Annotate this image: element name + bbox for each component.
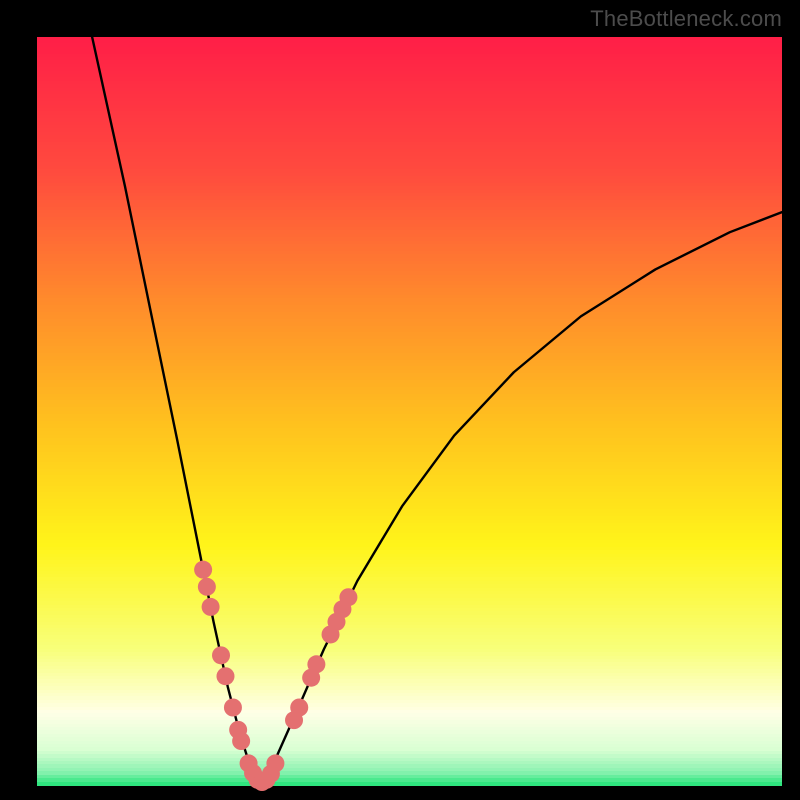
curve-left_branch xyxy=(92,37,260,782)
curve-right_branch xyxy=(261,212,783,782)
marker-dots xyxy=(194,561,357,791)
marker-dot xyxy=(216,667,234,685)
marker-dot xyxy=(307,655,325,673)
marker-dot xyxy=(266,754,284,772)
gradient-strip xyxy=(37,782,782,787)
curve-layer xyxy=(37,37,782,782)
watermark-text: TheBottleneck.com xyxy=(590,6,782,32)
marker-dot xyxy=(224,699,242,717)
marker-dot xyxy=(212,646,230,664)
marker-dot xyxy=(232,732,250,750)
outer-frame: TheBottleneck.com xyxy=(0,0,800,800)
marker-dot xyxy=(202,598,220,616)
marker-dot xyxy=(290,699,308,717)
marker-dot xyxy=(194,561,212,579)
marker-dot xyxy=(339,588,357,606)
plot-area xyxy=(37,37,782,782)
marker-dot xyxy=(198,578,216,596)
